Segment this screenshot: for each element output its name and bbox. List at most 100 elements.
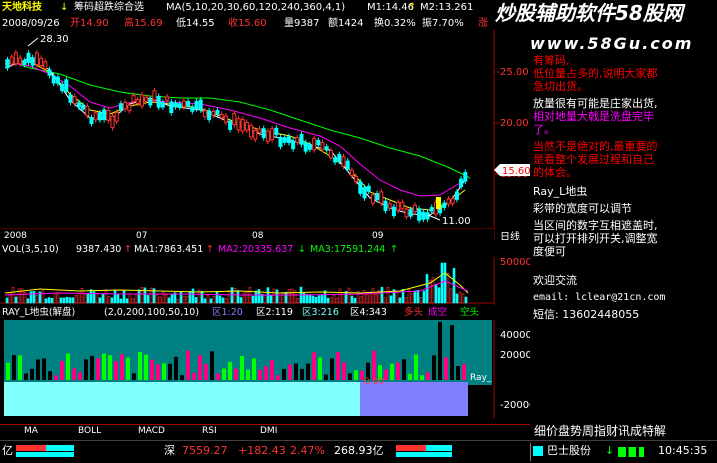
- vol-value: 9387.430: [76, 244, 122, 255]
- volume-bar: [215, 291, 219, 304]
- candle-body: [9, 56, 14, 65]
- right-blocks: [533, 446, 543, 456]
- candle-body: [173, 102, 178, 107]
- right-stock-name[interactable]: 巴士股份: [547, 441, 591, 461]
- ray-bar: [114, 361, 118, 380]
- candle-body: [366, 185, 371, 192]
- indicator-name[interactable]: 筹码超跌综合选: [74, 0, 144, 16]
- ray-bar: [66, 353, 70, 380]
- anno-line-2: 低位量占多的,说明大家都: [533, 67, 658, 80]
- candle-body: [127, 104, 132, 112]
- ray-bar: [228, 361, 232, 380]
- candle-body: [375, 192, 380, 201]
- clock-time: 10:45:35: [658, 444, 708, 457]
- volume-bar: [365, 294, 369, 304]
- ray-bar: [42, 358, 46, 380]
- candle-body: [337, 154, 342, 162]
- m2-value: M2:13.261: [420, 2, 474, 13]
- vol-ma2: MA2:20335.637: [218, 244, 294, 255]
- zero-label: 0.00: [364, 377, 384, 387]
- volume-bar: [155, 294, 159, 304]
- anno-line-5: 相对地量大戟是洗盘完毕: [533, 110, 654, 123]
- ray-bar: [306, 363, 310, 380]
- tab-macd[interactable]: MACD: [138, 426, 165, 436]
- candle-body: [114, 111, 119, 122]
- volume-bar: [167, 297, 171, 304]
- ray-bar: [204, 363, 208, 380]
- candle-body: [68, 94, 73, 103]
- indicator-arrow-icon[interactable]: ↓: [60, 0, 68, 16]
- ray-bar: [84, 359, 88, 380]
- ray-bar: [420, 375, 424, 380]
- volume-bar: [50, 298, 54, 304]
- tab-ma[interactable]: MA: [24, 426, 38, 436]
- period-label[interactable]: 日线: [500, 230, 520, 240]
- volume-bar: [404, 297, 408, 304]
- watermark: 炒股辅助软件58股网: [495, 1, 683, 25]
- vol-arrow-1-icon: ↑: [124, 244, 132, 255]
- candle-body: [404, 208, 409, 218]
- bull-label: 成空: [428, 307, 448, 318]
- ray-bar: [450, 325, 454, 380]
- price-chart[interactable]: 25.00 20.00 15.00 15.60 28.30 11.00 2008…: [0, 30, 530, 240]
- ray-bar: [138, 351, 142, 380]
- anno-line-4: 放量很有可能是庄家出货,: [533, 97, 658, 110]
- tab-dmi[interactable]: DMI: [260, 426, 277, 436]
- desc-2: 当区间的数字互相遮盖时,: [533, 219, 658, 232]
- ray-bar: [102, 353, 106, 380]
- volume-bar: [5, 297, 9, 304]
- vol-y-label: 50000: [500, 257, 530, 268]
- volume-bar: [383, 297, 387, 304]
- candle-body: [240, 118, 245, 132]
- candle-body: [64, 79, 69, 92]
- candle-body: [211, 110, 216, 116]
- ray-bar: [192, 372, 196, 380]
- candle-body: [249, 125, 254, 138]
- ticker-right[interactable]: 细价盘势周指财讯成特解: [534, 422, 666, 439]
- candle-body: [148, 99, 153, 106]
- volume-bar: [326, 297, 330, 304]
- volume-bar: [29, 291, 33, 304]
- volume-bar: [419, 297, 423, 304]
- volume-bar: [353, 297, 357, 304]
- candle-body: [328, 150, 333, 159]
- stock-name[interactable]: 天地科技: [2, 0, 42, 16]
- ray-bar: [12, 355, 16, 380]
- volume-bar: [170, 294, 174, 304]
- volume-bar: [176, 298, 180, 304]
- tab-boll[interactable]: BOLL: [78, 426, 101, 436]
- index-name[interactable]: 深: [164, 441, 175, 461]
- ray-bar: [60, 360, 64, 380]
- candle-body: [139, 94, 144, 107]
- ray-bar: [384, 369, 388, 380]
- volume-bar: [185, 295, 189, 304]
- volume-bar: [158, 296, 162, 304]
- volume-bar: [122, 290, 126, 304]
- volume-bar: [236, 290, 240, 304]
- volume-bar: [308, 294, 312, 304]
- tab-rsi[interactable]: RSI: [202, 426, 217, 436]
- vol-ma3: MA3:17591.244: [310, 244, 386, 255]
- candle-body: [265, 130, 270, 142]
- vol-arrow-2-icon: ↑: [206, 244, 214, 255]
- right-bar-1: [396, 445, 426, 451]
- candle-body: [379, 191, 384, 204]
- volume-bar: [254, 290, 258, 304]
- candle-body: [244, 122, 249, 131]
- candle-body: [102, 109, 107, 120]
- volume-bar: [458, 291, 462, 304]
- ray-tag: Ray_: [470, 373, 492, 383]
- volume-chart[interactable]: 50000: [0, 257, 530, 305]
- ray-chart[interactable]: 0.00 Ray_ 40000 20000 -20000: [0, 320, 530, 418]
- candle-body: [261, 128, 266, 139]
- candle-body: [307, 144, 312, 150]
- candle-body: [51, 75, 56, 84]
- anno-line-8: 是看整个发展过程和自己: [533, 153, 654, 166]
- index-turnover: 268.93亿: [334, 444, 384, 457]
- volume-bar: [83, 294, 87, 304]
- ray-bar: [264, 366, 268, 380]
- candle-body: [97, 112, 102, 121]
- volume-bar: [380, 286, 384, 304]
- candle-body: [236, 118, 241, 131]
- ray-bar: [288, 364, 292, 380]
